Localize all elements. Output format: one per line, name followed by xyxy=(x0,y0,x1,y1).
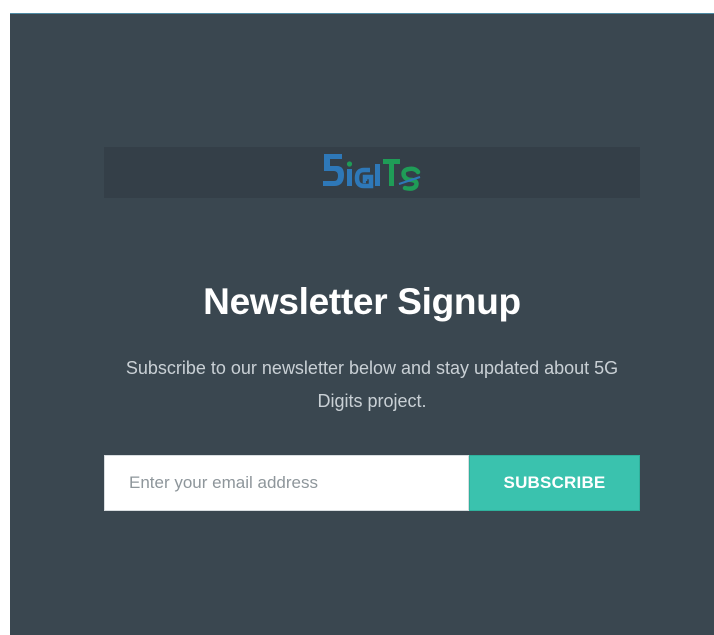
subscribe-button[interactable]: SUBSCRIBE xyxy=(469,455,640,511)
newsletter-panel: Newsletter Signup Subscribe to our newsl… xyxy=(10,13,714,635)
5g-digits-logo-icon xyxy=(320,150,424,196)
newsletter-description: Subscribe to our newsletter below and st… xyxy=(125,358,619,411)
newsletter-title: Newsletter Signup xyxy=(203,281,521,322)
newsletter-form: SUBSCRIBE xyxy=(104,455,640,511)
email-input[interactable] xyxy=(104,455,469,511)
logo-bar xyxy=(104,147,640,198)
